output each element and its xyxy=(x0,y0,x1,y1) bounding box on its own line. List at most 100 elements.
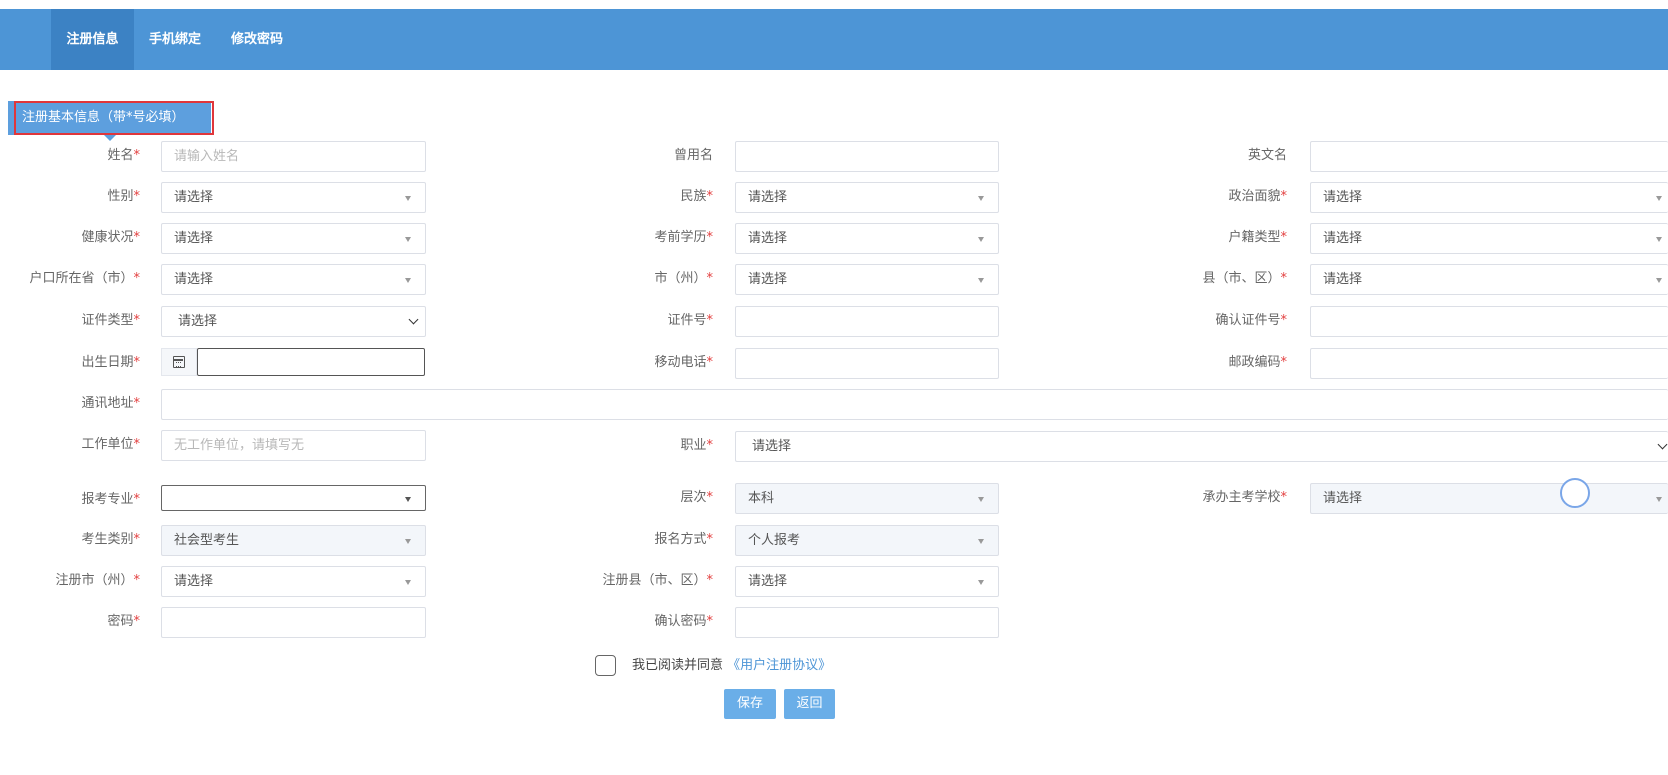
password-confirm-label: 确认密码* xyxy=(654,614,713,629)
host-school-label: 承办主考学校* xyxy=(1202,490,1287,505)
political-value: 请选择 xyxy=(1323,190,1363,205)
political-label: 政治面貌* xyxy=(1228,189,1287,204)
caret-down-icon xyxy=(978,237,984,242)
level-value: 本科 xyxy=(748,491,775,506)
hukou-type-label: 户籍类型* xyxy=(1228,230,1287,245)
calendar-addon[interactable] xyxy=(161,348,197,376)
signup-method-value: 个人报考 xyxy=(748,533,801,548)
reg-county-label: 注册县（市、区）* xyxy=(602,573,713,588)
password-confirm-input[interactable] xyxy=(735,607,999,638)
name-input[interactable] xyxy=(161,141,426,172)
reg-county-select[interactable]: 请选择 xyxy=(735,566,999,597)
agreement-link[interactable]: 《用户注册协议》 xyxy=(727,658,831,673)
english-name-label: 英文名 xyxy=(1247,148,1287,163)
mobile-input[interactable] xyxy=(735,348,999,379)
postcode-input[interactable] xyxy=(1310,348,1668,379)
address-input[interactable] xyxy=(161,389,1668,420)
city-select[interactable]: 请选择 xyxy=(735,264,999,295)
caret-down-icon xyxy=(405,237,411,242)
city-value: 请选择 xyxy=(748,272,788,287)
reg-city-label: 注册市（州）* xyxy=(55,573,140,588)
save-button[interactable]: 保存 xyxy=(724,689,776,719)
chevron-down-icon xyxy=(408,314,419,325)
caret-down-icon xyxy=(978,278,984,283)
caret-down-icon xyxy=(978,196,984,201)
county-select[interactable]: 请选择 xyxy=(1310,264,1668,295)
tab-phone-binding[interactable]: 手机绑定 xyxy=(134,9,216,70)
ethnicity-label: 民族* xyxy=(680,189,713,204)
signup-method-select[interactable]: 个人报考 xyxy=(735,525,999,556)
password-input[interactable] xyxy=(161,607,426,638)
hukou-province-label: 户口所在省（市）* xyxy=(29,271,140,286)
agreement-text: 我已阅读并同意 《用户注册协议》 xyxy=(632,658,832,673)
id-number-input[interactable] xyxy=(735,306,999,337)
level-label: 层次* xyxy=(680,490,713,505)
ethnicity-value: 请选择 xyxy=(748,190,788,205)
caret-down-icon xyxy=(978,497,984,502)
level-select[interactable]: 本科 xyxy=(735,483,999,514)
mobile-label: 移动电话* xyxy=(654,355,713,370)
id-number-label: 证件号* xyxy=(667,313,713,328)
password-label: 密码* xyxy=(107,614,140,629)
english-name-input[interactable] xyxy=(1310,141,1668,172)
employer-label: 工作单位* xyxy=(81,437,140,452)
gender-value: 请选择 xyxy=(174,190,214,205)
ethnicity-select[interactable]: 请选择 xyxy=(735,182,999,213)
education-value: 请选择 xyxy=(748,231,788,246)
hukou-type-select[interactable]: 请选择 xyxy=(1310,223,1668,254)
hukou-province-value: 请选择 xyxy=(174,272,214,287)
caret-down-icon xyxy=(1656,196,1662,201)
major-label: 报考专业* xyxy=(81,492,140,507)
county-value: 请选择 xyxy=(1323,272,1363,287)
tab-change-password[interactable]: 修改密码 xyxy=(216,9,298,70)
id-confirm-input[interactable] xyxy=(1310,306,1668,337)
postcode-label: 邮政编码* xyxy=(1228,355,1287,370)
address-label: 通讯地址* xyxy=(81,396,140,411)
candidate-type-value: 社会型考生 xyxy=(174,533,240,548)
calendar-icon xyxy=(173,356,185,368)
hukou-province-select[interactable]: 请选择 xyxy=(161,264,426,295)
caret-down-icon xyxy=(978,539,984,544)
floating-widget-button[interactable] xyxy=(1560,478,1590,508)
health-select[interactable]: 请选择 xyxy=(161,223,426,254)
city-label: 市（州）* xyxy=(654,271,713,286)
occupation-select[interactable]: 请选择 xyxy=(735,431,1668,462)
hukou-type-value: 请选择 xyxy=(1323,231,1363,246)
birth-date-input[interactable] xyxy=(197,348,425,376)
reg-county-value: 请选择 xyxy=(748,574,788,589)
health-label: 健康状况* xyxy=(81,230,140,245)
signup-method-label: 报名方式* xyxy=(654,532,713,547)
candidate-type-label: 考生类别* xyxy=(81,532,140,547)
birth-date-label: 出生日期* xyxy=(81,355,140,370)
political-select[interactable]: 请选择 xyxy=(1310,182,1668,213)
major-select[interactable] xyxy=(161,485,426,511)
candidate-type-select[interactable]: 社会型考生 xyxy=(161,525,426,556)
education-select[interactable]: 请选择 xyxy=(735,223,999,254)
caret-down-icon xyxy=(405,497,411,502)
id-type-value: 请选择 xyxy=(178,314,218,329)
host-school-select[interactable]: 请选择 xyxy=(1310,483,1668,514)
chevron-down-icon xyxy=(1657,439,1668,450)
employer-input[interactable] xyxy=(161,430,426,461)
former-name-label: 曾用名 xyxy=(673,148,713,163)
id-confirm-label: 确认证件号* xyxy=(1215,313,1287,328)
gender-select[interactable]: 请选择 xyxy=(161,182,426,213)
education-label: 考前学历* xyxy=(654,230,713,245)
caret-down-icon xyxy=(1656,237,1662,242)
caret-down-icon xyxy=(1656,278,1662,283)
reg-city-select[interactable]: 请选择 xyxy=(161,566,426,597)
caret-down-icon xyxy=(1656,497,1662,502)
caret-down-icon xyxy=(405,580,411,585)
caret-down-icon xyxy=(405,278,411,283)
former-name-input[interactable] xyxy=(735,141,999,172)
name-label: 姓名* xyxy=(107,148,140,163)
agreement-checkbox[interactable] xyxy=(595,655,616,676)
id-type-select[interactable]: 请选择 xyxy=(161,306,426,337)
health-value: 请选择 xyxy=(174,231,214,246)
host-school-value: 请选择 xyxy=(1323,491,1363,506)
section-highlight-border xyxy=(14,101,214,135)
back-button[interactable]: 返回 xyxy=(784,689,835,719)
tab-registration-info[interactable]: 注册信息 xyxy=(51,9,134,70)
occupation-label: 职业* xyxy=(680,438,713,453)
caret-down-icon xyxy=(405,539,411,544)
